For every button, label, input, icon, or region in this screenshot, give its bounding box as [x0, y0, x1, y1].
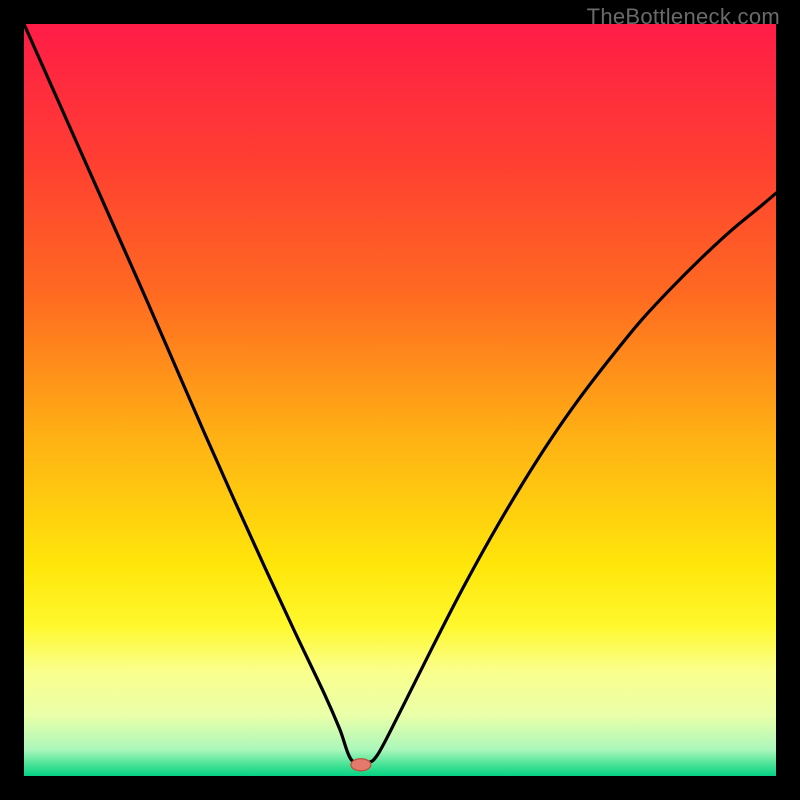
figure-frame: TheBottleneck.com line: [0, 0, 800, 800]
optimum-marker: [351, 759, 371, 771]
chart-type-label: line: [0, 0, 1, 1]
bottleneck-plot: [24, 24, 776, 776]
gradient-background: [24, 24, 776, 776]
watermark-text: TheBottleneck.com: [587, 4, 780, 30]
